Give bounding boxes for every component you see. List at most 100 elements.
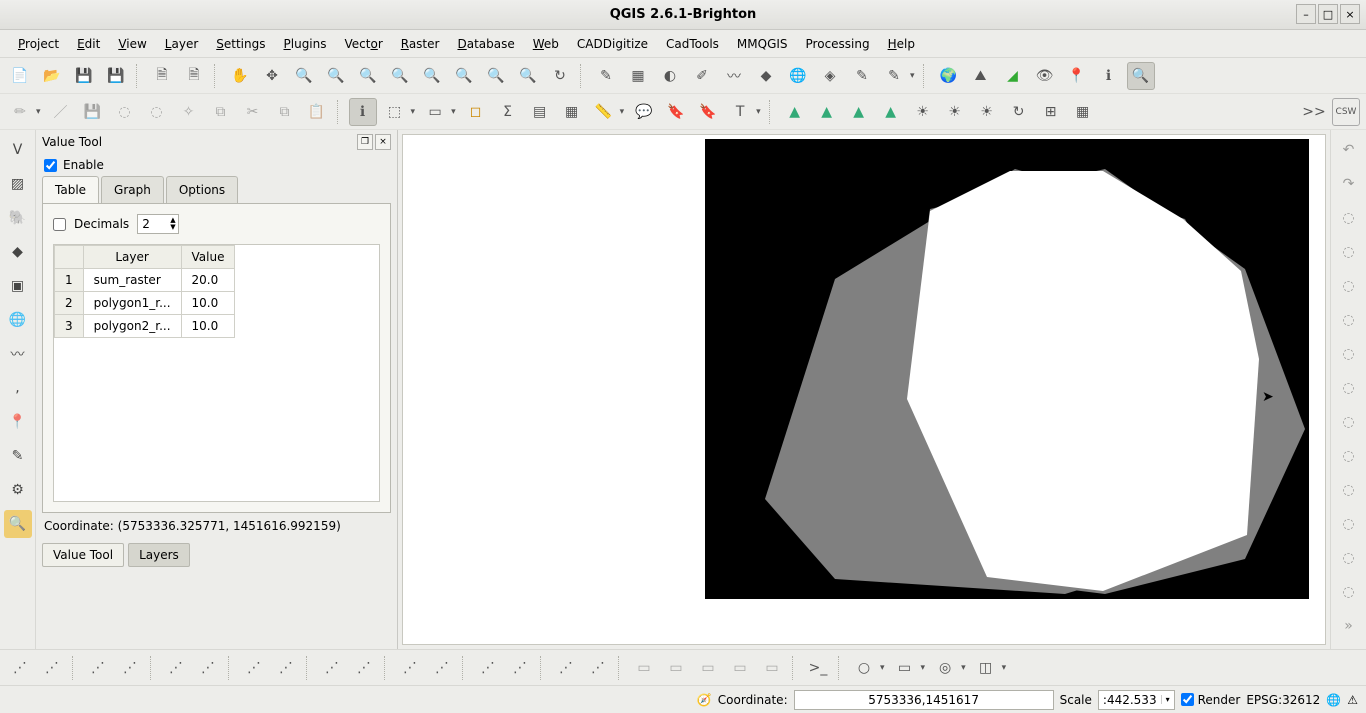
node-tool-13[interactable]: ⋰ <box>474 654 502 682</box>
attr-table-button[interactable]: ▤ <box>526 98 554 126</box>
shape-tool-1[interactable]: ▭ <box>630 654 658 682</box>
panel-close-button[interactable]: × <box>375 134 391 150</box>
rtool-10[interactable]: ◌ <box>1335 510 1363 538</box>
shape-tool-3[interactable]: ▭ <box>694 654 722 682</box>
shape-tool-2[interactable]: ▭ <box>662 654 690 682</box>
zoom-full-button[interactable]: 🔍 <box>386 62 414 90</box>
eye-button[interactable]: 👁 <box>1031 62 1059 90</box>
deselect-button[interactable]: ◻ <box>462 98 490 126</box>
new-project-button[interactable]: 📄 <box>6 62 34 90</box>
edit-tool-d[interactable]: ⧉ <box>207 98 235 126</box>
menu-raster[interactable]: Raster <box>393 33 448 55</box>
menu-database[interactable]: Database <box>449 33 522 55</box>
terrain-button[interactable]: ⛰ <box>967 62 995 90</box>
scale-combo[interactable]: :442.533 ▾ <box>1098 690 1175 710</box>
menu-help[interactable]: Help <box>880 33 923 55</box>
text-annot-button[interactable]: T <box>726 98 754 126</box>
map-canvas[interactable]: ➤ <box>402 134 1326 645</box>
menu-cadtools[interactable]: CadTools <box>658 33 727 55</box>
add-postgis-button[interactable]: 🐘 <box>4 204 32 232</box>
tab-table[interactable]: Table <box>42 176 99 203</box>
sun-button-1[interactable]: ☀ <box>909 98 937 126</box>
hist-button-4[interactable]: ▲ <box>877 98 905 126</box>
open-project-button[interactable]: 📂 <box>38 62 66 90</box>
enable-checkbox-label[interactable]: Enable <box>44 158 389 172</box>
dropdown-icon[interactable]: ▾ <box>409 107 418 117</box>
vector-tool-6[interactable]: ◆ <box>752 62 780 90</box>
node-tool-5[interactable]: ⋰ <box>162 654 190 682</box>
decimals-checkbox[interactable] <box>53 218 66 231</box>
hist-button-2[interactable]: ▲ <box>813 98 841 126</box>
add-wfs-button[interactable]: 〰 <box>4 340 32 368</box>
redo-button[interactable]: ↷ <box>1335 170 1363 198</box>
decimals-spinner[interactable]: ▲ ▼ <box>137 214 178 234</box>
zoom-last-button[interactable]: 🔍 <box>482 62 510 90</box>
zoom-out-button[interactable]: 🔍 <box>322 62 350 90</box>
expression-button[interactable]: Σ <box>494 98 522 126</box>
vector-tool-5[interactable]: 〰 <box>720 62 748 90</box>
measure-button[interactable]: 📏 <box>590 98 618 126</box>
node-tool-12[interactable]: ⋰ <box>428 654 456 682</box>
node-tool-10[interactable]: ⋰ <box>350 654 378 682</box>
rtool-9[interactable]: ◌ <box>1335 476 1363 504</box>
rtool-12[interactable]: ◌ <box>1335 578 1363 606</box>
composer-manager-button[interactable]: 🗎 <box>180 62 208 90</box>
dropdown-icon[interactable]: ▾ <box>754 107 763 117</box>
menu-web[interactable]: Web <box>525 33 567 55</box>
rtool-2[interactable]: ◌ <box>1335 238 1363 266</box>
edit-pencil-button[interactable]: ✏ <box>6 98 34 126</box>
vector-tool-10[interactable]: ✎ <box>880 62 908 90</box>
add-raster-button[interactable]: ▨ <box>4 170 32 198</box>
vector-tool-3[interactable]: ◐ <box>656 62 684 90</box>
dropdown-icon[interactable]: ▾ <box>959 663 968 673</box>
dropdown-icon[interactable]: ▾ <box>878 663 887 673</box>
menu-edit[interactable]: Edit <box>69 33 108 55</box>
select-rect-button[interactable]: ▭ <box>421 98 449 126</box>
edit-line-button[interactable]: ／ <box>47 98 75 126</box>
rtool-7[interactable]: ◌ <box>1335 408 1363 436</box>
coordinate-input[interactable] <box>794 690 1054 710</box>
identify-button[interactable]: ℹ <box>349 98 377 126</box>
rtool-3[interactable]: ◌ <box>1335 272 1363 300</box>
save-as-button[interactable]: 💾 <box>102 62 130 90</box>
minimize-button[interactable]: – <box>1296 4 1316 24</box>
menu-plugins[interactable]: Plugins <box>276 33 335 55</box>
messages-icon[interactable]: ⚠ <box>1347 693 1358 707</box>
menu-project[interactable]: Project <box>10 33 67 55</box>
bottom-tab-layers[interactable]: Layers <box>128 543 190 567</box>
add-csv-button[interactable]: , <box>4 374 32 402</box>
node-tool-1[interactable]: ⋰ <box>6 654 34 682</box>
polygon-color-button[interactable]: ◢ <box>999 62 1027 90</box>
dropdown-icon[interactable]: ▾ <box>908 71 917 81</box>
dropdown-icon[interactable]: ▾ <box>919 663 928 673</box>
add-vector-button[interactable]: V <box>4 136 32 164</box>
node-tool-16[interactable]: ⋰ <box>584 654 612 682</box>
node-tool-3[interactable]: ⋰ <box>84 654 112 682</box>
maptips-button[interactable]: 💬 <box>630 98 658 126</box>
rtool-1[interactable]: ◌ <box>1335 204 1363 232</box>
cut-button[interactable]: ✂ <box>239 98 267 126</box>
node-tool-11[interactable]: ⋰ <box>396 654 424 682</box>
rtool-11[interactable]: ◌ <box>1335 544 1363 572</box>
table-row[interactable]: 3 polygon2_r... 10.0 <box>55 315 235 338</box>
header-value[interactable]: Value <box>181 246 235 269</box>
dropdown-icon[interactable]: ▾ <box>618 107 627 117</box>
dropdown-icon[interactable]: ▾ <box>1000 663 1009 673</box>
dropdown-icon[interactable]: ▾ <box>34 107 43 117</box>
misc-btn-4[interactable]: ◫ <box>972 654 1000 682</box>
hist-button-3[interactable]: ▲ <box>845 98 873 126</box>
menu-settings[interactable]: Settings <box>208 33 273 55</box>
node-tool-14[interactable]: ⋰ <box>506 654 534 682</box>
menu-vector[interactable]: Vector <box>337 33 391 55</box>
node-tool-6[interactable]: ⋰ <box>194 654 222 682</box>
checker-button[interactable]: ▦ <box>1069 98 1097 126</box>
refresh-button[interactable]: ↻ <box>546 62 574 90</box>
decimals-input[interactable] <box>138 215 168 233</box>
add-mssql-button[interactable]: ▣ <box>4 272 32 300</box>
select-button[interactable]: ⬚ <box>381 98 409 126</box>
misc-btn-1[interactable]: ○ <box>850 654 878 682</box>
refresh-sun-button[interactable]: ↻ <box>1005 98 1033 126</box>
tab-graph[interactable]: Graph <box>101 176 164 203</box>
menu-caddigitize[interactable]: CADDigitize <box>569 33 656 55</box>
node-tool-15[interactable]: ⋰ <box>552 654 580 682</box>
